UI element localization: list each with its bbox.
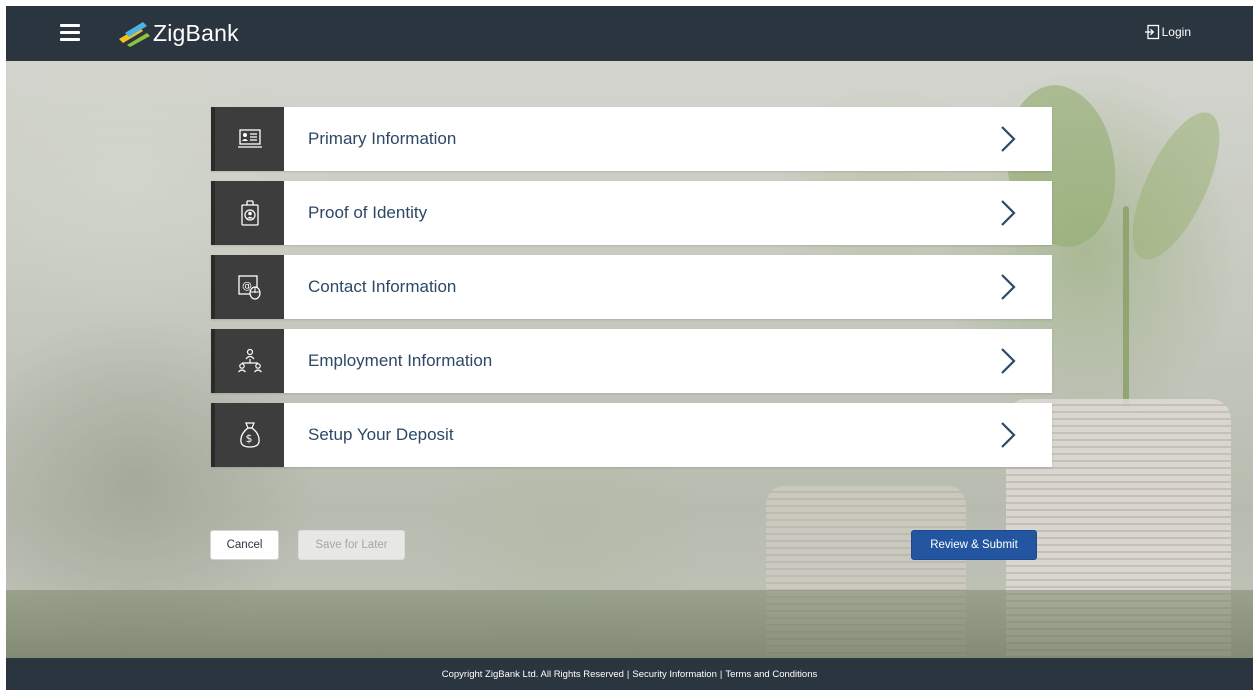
brand-logo[interactable]: ZigBank (117, 16, 239, 50)
org-chart-icon (237, 348, 262, 373)
login-icon (1144, 24, 1159, 40)
section-icon-box: $ (211, 403, 284, 467)
id-badge-icon (240, 200, 259, 226)
footer: Copyright ZigBank Ltd. All Rights Reserv… (6, 658, 1253, 690)
section-title: Primary Information (308, 129, 457, 148)
brand-name: ZigBank (153, 19, 239, 46)
section-icon-box: @ (211, 255, 284, 319)
contact-mouse-icon: @ (237, 275, 261, 300)
section-body: Employment Information (284, 329, 1052, 393)
section-body: Contact Information (284, 255, 1052, 319)
id-card-icon (237, 129, 262, 148)
section-body: Setup Your Deposit (284, 403, 1052, 467)
security-information-link[interactable]: Security Information (632, 669, 716, 680)
chevron-right-icon[interactable] (1000, 421, 1016, 449)
section-contact-information[interactable]: @ Contact Information (211, 255, 1052, 319)
section-icon-box (211, 181, 284, 245)
chevron-right-icon[interactable] (1000, 273, 1016, 301)
chevron-right-icon[interactable] (1000, 199, 1016, 227)
background-lower-band (6, 590, 1253, 658)
section-employment-information[interactable]: Employment Information (211, 329, 1052, 393)
cancel-button[interactable]: Cancel (210, 530, 279, 560)
section-icon-box (211, 107, 284, 171)
hamburger-menu-icon[interactable] (60, 24, 80, 41)
zigbank-logo-icon (119, 22, 150, 47)
footer-copyright: Copyright ZigBank Ltd. All Rights Reserv… (441, 668, 624, 680)
section-title: Contact Information (308, 277, 457, 296)
section-title: Employment Information (308, 351, 493, 370)
section-body: Primary Information (284, 107, 1052, 171)
footer-separator: | (626, 668, 630, 680)
section-title: Setup Your Deposit (308, 425, 454, 444)
section-icon-box (211, 329, 284, 393)
svg-text:$: $ (245, 432, 252, 445)
section-setup-your-deposit[interactable]: $ Setup Your Deposit (211, 403, 1052, 467)
chevron-right-icon[interactable] (1000, 347, 1016, 375)
money-bag-icon: $ (239, 422, 260, 448)
section-primary-information[interactable]: Primary Information (211, 107, 1052, 171)
section-proof-of-identity[interactable]: Proof of Identity (211, 181, 1052, 245)
section-body: Proof of Identity (284, 181, 1052, 245)
top-header: ZigBank Login (6, 6, 1253, 61)
terms-and-conditions-link[interactable]: Terms and Conditions (725, 669, 817, 680)
login-label: Login (1161, 25, 1191, 39)
app-frame: ZigBank Login Primary Information Proof … (6, 6, 1253, 690)
save-for-later-button[interactable]: Save for Later (298, 530, 405, 560)
footer-separator: | (719, 668, 723, 680)
review-submit-button[interactable]: Review & Submit (911, 530, 1037, 560)
login-button[interactable]: Login (1144, 24, 1191, 40)
chevron-right-icon[interactable] (1000, 125, 1016, 153)
section-title: Proof of Identity (308, 203, 428, 222)
